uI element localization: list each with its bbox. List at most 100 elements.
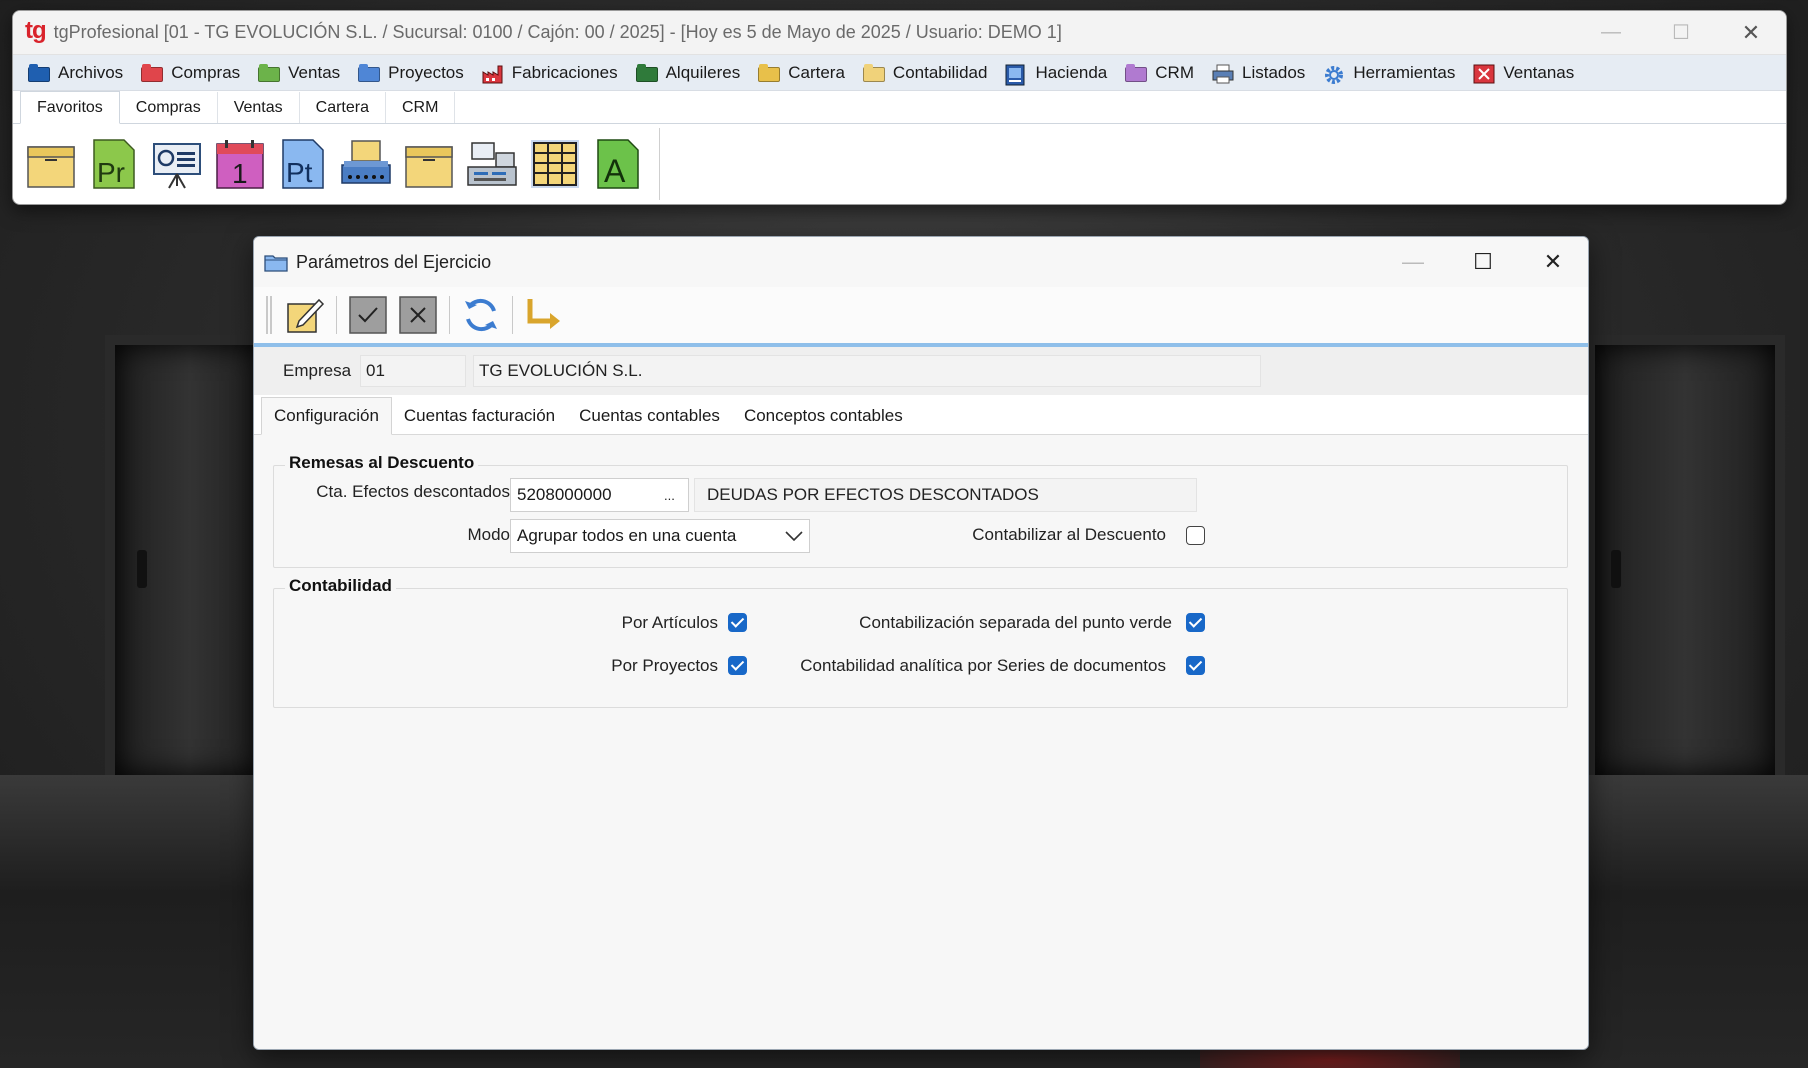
background-door-right [1585, 335, 1785, 775]
contabilizar-checkbox[interactable] [1186, 526, 1205, 545]
calendar-icon[interactable]: 1 [214, 137, 266, 191]
presentation-icon[interactable] [151, 137, 203, 191]
accept-icon[interactable] [346, 293, 390, 337]
empresa-row: Empresa 01 TG EVOLUCIÓN S.L. [254, 347, 1588, 395]
windows-close-icon [1473, 64, 1495, 83]
menu-ventas[interactable]: Ventas [251, 55, 351, 91]
menu-label: Proyectos [388, 62, 464, 82]
factory-icon [482, 64, 504, 83]
close-button[interactable]: ✕ [1716, 11, 1786, 55]
menu-label: Ventanas [1503, 62, 1575, 82]
ribbon-tab-ventas[interactable]: Ventas [218, 92, 300, 123]
app-logo: tg [25, 16, 47, 44]
box-icon[interactable] [25, 137, 77, 191]
menu-contabilidad[interactable]: Contabilidad [856, 55, 999, 91]
printer-icon [1212, 64, 1234, 83]
series-checkbox[interactable] [1186, 656, 1205, 675]
menu-label: Herramientas [1353, 62, 1456, 82]
box-icon[interactable] [403, 137, 455, 191]
menu-cartera[interactable]: Cartera [751, 55, 856, 91]
punto-verde-label: Contabilización separada del punto verde [859, 613, 1172, 632]
configuracion-panel: Remesas al Descuento Cta. Efectos descon… [254, 435, 1588, 1049]
menu-hacienda[interactable]: Hacienda [998, 55, 1118, 91]
browse-button[interactable]: ... [664, 488, 688, 503]
toolbar-grip [266, 296, 272, 334]
cta-efectos-label: Cta. Efectos descontados [316, 482, 510, 501]
folder-icon [28, 63, 50, 82]
modo-value: Agrupar todos en una cuenta [517, 526, 737, 545]
svg-text:Pr: Pr [97, 157, 125, 188]
main-window: tg tgProfesional [01 - TG EVOLUCIÓN S.L.… [12, 10, 1787, 205]
series-label: Contabilidad analítica por Series de doc… [800, 656, 1166, 675]
document-a-icon[interactable]: A [592, 137, 644, 191]
svg-text:A: A [604, 153, 626, 189]
menu-label: Ventas [288, 62, 341, 82]
toolbar-separator [449, 296, 450, 334]
minimize-button[interactable]: — [1576, 11, 1646, 55]
maximize-button[interactable]: ☐ [1646, 11, 1716, 55]
refresh-icon[interactable] [459, 293, 503, 337]
spreadsheet-icon[interactable] [529, 137, 581, 191]
contabilidad-group-title: Contabilidad [285, 576, 396, 596]
window-title: tgProfesional [01 - TG EVOLUCIÓN S.L. / … [53, 22, 1062, 42]
folder-icon [758, 63, 781, 82]
edit-icon[interactable] [283, 293, 327, 337]
main-titlebar: tg tgProfesional [01 - TG EVOLUCIÓN S.L.… [13, 11, 1786, 55]
menu-proyectos[interactable]: Proyectos [351, 55, 475, 91]
folder-icon [1125, 63, 1148, 82]
folder-icon [258, 63, 281, 82]
menu-compras[interactable]: Compras [134, 55, 251, 91]
dialog-close-button[interactable]: ✕ [1518, 237, 1588, 287]
modo-select[interactable]: Agrupar todos en una cuenta [510, 519, 810, 553]
ribbon-tab-cartera[interactable]: Cartera [300, 92, 386, 123]
menu-label: Alquileres [665, 62, 741, 82]
folder-icon [141, 63, 164, 82]
document-pt-icon[interactable]: Pt [277, 137, 329, 191]
cancel-icon[interactable] [396, 293, 440, 337]
menu-alquileres[interactable]: Alquileres [629, 55, 752, 91]
dialog-maximize-button[interactable]: ☐ [1448, 237, 1518, 287]
punto-verde-checkbox[interactable] [1186, 613, 1205, 632]
cta-efectos-value: 5208000000 [517, 485, 612, 504]
ribbon-tab-crm[interactable]: CRM [386, 92, 456, 123]
menu-label: Cartera [788, 62, 845, 82]
toolbar-separator [659, 128, 660, 200]
svg-text:1: 1 [232, 158, 248, 189]
tab-configuración[interactable]: Configuración [261, 397, 392, 435]
menu-listados[interactable]: Listados [1205, 55, 1316, 91]
menu-label: Contabilidad [892, 62, 988, 82]
hacienda-icon [1005, 64, 1027, 85]
por-articulos-checkbox[interactable] [728, 613, 747, 632]
tab-cuentas-contables[interactable]: Cuentas contables [567, 398, 732, 434]
menu-fabricaciones[interactable]: Fabricaciones [475, 55, 629, 91]
exit-arrow-icon[interactable] [522, 293, 566, 337]
cta-efectos-input[interactable]: 5208000000 ... [510, 478, 689, 512]
document-pr-icon[interactable]: Pr [88, 137, 140, 191]
empresa-label: Empresa [283, 361, 352, 380]
por-articulos-label: Por Artículos [621, 613, 718, 632]
cash-register-icon[interactable] [466, 137, 518, 191]
dialog-minimize-button[interactable]: — [1378, 237, 1448, 287]
menu-label: Listados [1241, 62, 1306, 82]
dialog-titlebar: Parámetros del Ejercicio — ☐ ✕ [254, 237, 1588, 287]
ribbon-tab-favoritos[interactable]: Favoritos [20, 91, 120, 124]
ribbon-toolbar: Pr 1 Pt A [13, 124, 1786, 204]
por-proyectos-label: Por Proyectos [611, 656, 718, 675]
empresa-code-field[interactable]: 01 [360, 355, 467, 387]
menu-ventanas[interactable]: Ventanas [1466, 55, 1585, 91]
menu-label: Fabricaciones [511, 62, 618, 82]
ribbon-tab-compras[interactable]: Compras [120, 92, 218, 123]
contabilidad-group: Contabilidad Por Artículos Por Proyectos… [273, 576, 1568, 708]
menu-crm[interactable]: CRM [1118, 55, 1205, 91]
gear-icon [1323, 64, 1345, 84]
por-proyectos-checkbox[interactable] [728, 656, 747, 675]
tab-cuentas-facturación[interactable]: Cuentas facturación [392, 398, 567, 434]
menu-herramientas[interactable]: Herramientas [1316, 55, 1466, 91]
tab-conceptos-contables[interactable]: Conceptos contables [732, 398, 915, 434]
remesas-group: Remesas al Descuento Cta. Efectos descon… [273, 453, 1568, 568]
dialog-toolbar [254, 287, 1588, 347]
dialog-folder-icon [264, 252, 288, 272]
printer-terminal-icon[interactable] [340, 137, 392, 191]
menu-archivos[interactable]: Archivos [21, 55, 134, 91]
modo-label: Modo [467, 525, 510, 544]
